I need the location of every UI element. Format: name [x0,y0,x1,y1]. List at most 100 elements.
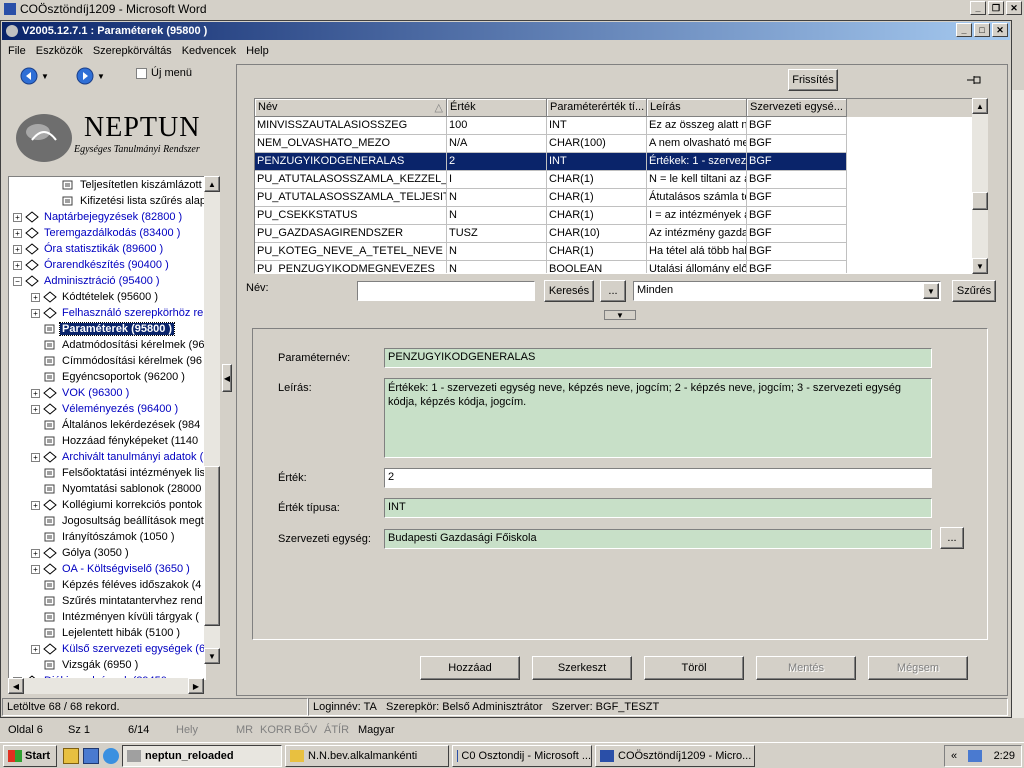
tree-item[interactable]: Jogosultság beállítások megt [9,513,205,529]
word-close-button[interactable]: ✕ [1006,1,1022,15]
tree-item[interactable]: + Külső szervezeti egységek (6 [9,641,205,657]
splitter[interactable]: ◀ [222,64,234,696]
column-header-type[interactable]: Paraméterérték tí... [547,99,647,117]
grid-vertical-scrollbar[interactable]: ▲ ▼ [972,98,988,274]
tree-item[interactable]: + Kódtételek (95600 ) [9,289,205,305]
expand-icon[interactable]: + [31,452,40,462]
tree-item[interactable]: Intézményen kívüli tárgyak ( [9,609,205,625]
tree-item[interactable]: + Felhasználó szerepkörhöz ren [9,305,205,321]
tree-item[interactable]: + OA - Költségviselő (3650 ) [9,561,205,577]
column-header-name[interactable]: Név △ [255,99,447,117]
desc-field[interactable]: Értékek: 1 - szervezeti egység neve, kép… [384,378,932,458]
tree-item[interactable]: + Kollégiumi korrekciós pontok [9,497,205,513]
tree-item[interactable]: + Óra statisztikák (89600 ) [9,241,205,257]
menu-favorites[interactable]: Kedvencek [182,45,236,57]
table-row[interactable]: PU_KOTEG_NEVE_A_TETEL_NEVE N CHAR(1) Ha tét… [255,243,987,261]
tray-expand-icon[interactable]: « [951,750,957,762]
column-header-org-unit[interactable]: Szervezeti egysé... [747,99,847,117]
parameter-grid[interactable]: Név △ Érték Paraméterérték tí... Leírás S… [254,98,988,274]
scroll-left-button[interactable]: ◀ [8,678,24,694]
menu-help[interactable]: Help [246,45,269,57]
expand-icon[interactable]: + [31,564,40,574]
internet-explorer-icon[interactable] [103,747,119,764]
expand-icon[interactable]: + [13,244,22,254]
taskbar-task[interactable]: COÖsztöndíj1209 - Micro... [595,744,755,767]
word-minimize-button[interactable]: _ [970,1,986,15]
tree-item[interactable]: + Véleményezés (96400 ) [9,401,205,417]
tree-item[interactable]: + VOK (96300 ) [9,385,205,401]
org-unit-browse-button[interactable]: ... [940,527,964,549]
tree-item[interactable]: + Gólya (3050 ) [9,545,205,561]
tree-item[interactable]: Kifizetési lista szűrés alapján [9,193,205,209]
more-options-button[interactable]: ... [600,280,626,302]
tree-item[interactable]: Lejelentett hibák (5100 ) [9,625,205,641]
network-icon[interactable] [968,749,983,762]
filter-dropdown[interactable]: Minden ▼ [633,281,941,301]
menu-tools[interactable]: Eszközök [36,45,83,57]
cancel-button[interactable]: Mégsem [868,656,968,680]
tree-item[interactable]: + Órarendkészítés (90400 ) [9,257,205,273]
expand-icon[interactable]: + [31,500,40,510]
pin-icon[interactable] [966,74,984,86]
tree-item[interactable]: Irányítószámok (1050 ) [9,529,205,545]
table-row[interactable]: PU_PENZUGYIKODMEGNEVEZES N BOOLEAN Utalási … [255,261,987,273]
refresh-button[interactable]: Frissítés [788,69,838,91]
back-button[interactable]: ▼ [20,66,52,86]
expand-icon[interactable]: + [31,644,40,654]
collapse-icon[interactable]: − [13,276,22,286]
expand-icon[interactable]: + [31,308,40,318]
tree-item[interactable]: Felsőoktatási intézmények lis [9,465,205,481]
outlook-icon[interactable] [63,747,79,764]
tree-item[interactable]: + Naptárbejegyzések (82800 ) [9,209,205,225]
expand-icon[interactable]: + [31,388,40,398]
tree-horizontal-scrollbar[interactable]: ◀ ▶ [8,678,204,694]
app-maximize-button[interactable]: □ [974,23,990,37]
taskbar-task[interactable]: neptun_reloaded [122,744,282,767]
tree-item[interactable]: Képzés féléves időszakok (4 [9,577,205,593]
name-filter-input[interactable] [357,281,535,301]
save-button[interactable]: Mentés [756,656,856,680]
word-vertical-scrollbar[interactable] [1012,90,1024,718]
taskbar-task[interactable]: N.N.bev.alkalmankénti [285,744,449,767]
param-name-field[interactable]: PENZUGYIKODGENERALAS [384,348,932,368]
tree-item[interactable]: Szűrés mintatantervhez rend [9,593,205,609]
scroll-right-button[interactable]: ▶ [188,678,204,694]
tree-item[interactable]: Címmódosítási kérelmek (96 [9,353,205,369]
menu-tree[interactable]: Teljesítetlen kiszámlázott téte Kifizetés… [8,176,206,680]
checkbox-box[interactable] [136,67,147,79]
app-minimize-button[interactable]: _ [956,23,972,37]
edit-button[interactable]: Szerkeszt [532,656,632,680]
clock[interactable]: 2:29 [994,750,1015,762]
tree-item[interactable]: + Archivált tanulmányi adatok ( [9,449,205,465]
app-close-button[interactable]: ✕ [992,23,1008,37]
menu-file[interactable]: File [8,45,26,57]
expand-icon[interactable]: + [13,228,22,238]
tree-item[interactable]: − Adminisztráció (95400 ) [9,273,205,289]
value-field[interactable]: 2 [384,468,932,488]
desktop-icon[interactable] [83,747,99,764]
table-row[interactable]: MINVISSZAUTALASIOSSZEG 100 INT Ez az összeg… [255,117,987,135]
column-header-description[interactable]: Leírás [647,99,747,117]
tree-item[interactable]: Adatmódosítási kérelmek (96 [9,337,205,353]
scroll-down-button[interactable]: ▼ [972,258,988,274]
taskbar-task[interactable]: C0 Osztondij - Microsoft ... [452,744,592,767]
add-button[interactable]: Hozzáad [420,656,520,680]
expand-icon[interactable]: + [13,260,22,270]
tree-item[interactable]: Teljesítetlen kiszámlázott téte [9,177,205,193]
expand-icon[interactable]: + [31,404,40,414]
expand-icon[interactable]: + [31,548,40,558]
expand-icon[interactable]: + [13,212,22,222]
start-button[interactable]: Start [3,744,57,767]
filter-button[interactable]: Szűrés [952,280,996,302]
scroll-up-button[interactable]: ▲ [204,176,220,192]
tree-item[interactable]: + Teremgazdálkodás (83400 ) [9,225,205,241]
table-row[interactable]: PU_GAZDASAGIRENDSZER TUSZ CHAR(10) Az intéz… [255,225,987,243]
org-unit-field[interactable]: Budapesti Gazdasági Főiskola [384,529,932,549]
search-button[interactable]: Keresés [544,280,594,302]
scroll-thumb[interactable] [972,192,988,210]
column-header-value[interactable]: Érték [447,99,547,117]
chevron-down-icon[interactable]: ▼ [923,283,939,299]
scroll-down-button[interactable]: ▼ [204,648,220,664]
scroll-thumb[interactable] [204,466,220,626]
tree-item[interactable]: Vizsgák (6950 ) [9,657,205,673]
